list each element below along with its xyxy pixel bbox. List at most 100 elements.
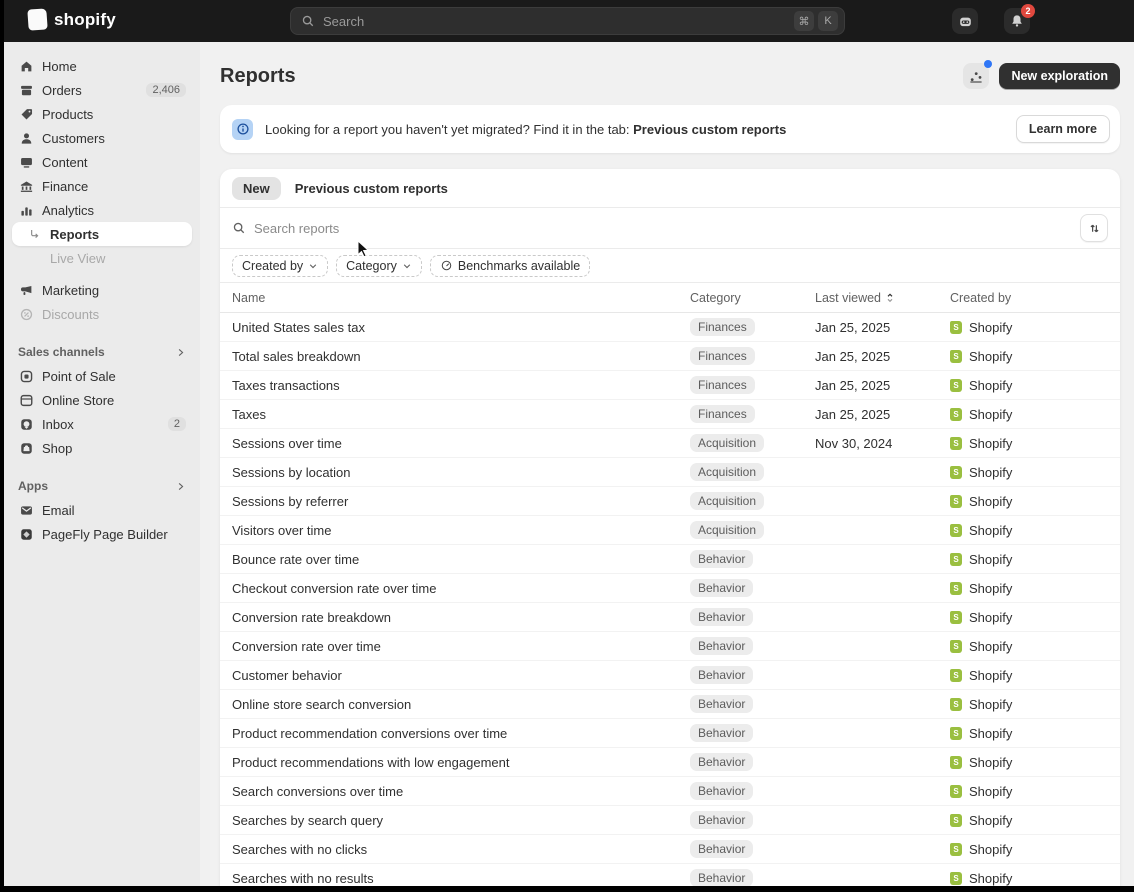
report-name[interactable]: Searches with no results — [232, 871, 690, 886]
filter-category[interactable]: Category — [336, 255, 422, 277]
megaphone-icon — [18, 283, 34, 298]
table-row[interactable]: Checkout conversion rate over time Behav… — [220, 574, 1120, 603]
report-name[interactable]: Searches with no clicks — [232, 842, 690, 857]
reports-search-bar[interactable] — [220, 208, 1120, 248]
tab-previous-custom-reports[interactable]: Previous custom reports — [295, 181, 448, 196]
sidebar-item-content[interactable]: Content — [12, 150, 192, 174]
sidebar-item-shop[interactable]: Shop — [12, 436, 192, 460]
sidebar-item-discounts[interactable]: Discounts — [12, 302, 192, 326]
table-row[interactable]: Conversion rate breakdown Behavior Shopi… — [220, 603, 1120, 632]
explorations-button[interactable] — [963, 63, 989, 89]
new-exploration-button[interactable]: New exploration — [999, 63, 1120, 89]
category-badge: Behavior — [690, 579, 753, 597]
command-key-badge: ⌘ — [794, 11, 814, 31]
sidebar-item-marketing[interactable]: Marketing — [12, 278, 192, 302]
column-header-last-viewed[interactable]: Last viewed — [815, 291, 950, 305]
table-row[interactable]: Total sales breakdown Finances Jan 25, 2… — [220, 342, 1120, 371]
shopify-creator-icon — [950, 756, 962, 769]
sidebar-item-email[interactable]: Email — [12, 498, 192, 522]
report-name[interactable]: Customer behavior — [232, 668, 690, 683]
created-by-label: Shopify — [969, 523, 1012, 538]
pagefly-icon — [18, 527, 34, 542]
table-row[interactable]: Customer behavior Behavior Shopify — [220, 661, 1120, 690]
column-header-category[interactable]: Category — [690, 291, 815, 305]
sidebar-item-point-of-sale[interactable]: Point of Sale — [12, 364, 192, 388]
filter-benchmarks[interactable]: Benchmarks available — [430, 255, 590, 277]
shopify-logo[interactable]: shopify — [28, 9, 116, 30]
top-bar: shopify ⌘ K 2 — [4, 0, 1134, 42]
table-row[interactable]: Searches by search query Behavior Shopif… — [220, 806, 1120, 835]
tabs-row: New Previous custom reports — [220, 169, 1120, 207]
table-row[interactable]: Bounce rate over time Behavior Shopify — [220, 545, 1120, 574]
sidebar-item-analytics[interactable]: Analytics — [12, 198, 192, 222]
table-row[interactable]: Search conversions over time Behavior Sh… — [220, 777, 1120, 806]
orders-icon — [18, 83, 34, 98]
report-name[interactable]: Conversion rate breakdown — [232, 610, 690, 625]
filter-created-by[interactable]: Created by — [232, 255, 328, 277]
sidebar-item-reports[interactable]: Reports — [12, 222, 192, 246]
sales-channels-section[interactable]: Sales channels — [12, 340, 192, 364]
sort-button[interactable] — [1080, 214, 1108, 242]
column-header-created-by[interactable]: Created by — [950, 291, 1108, 305]
report-name[interactable]: Total sales breakdown — [232, 349, 690, 364]
global-search-input[interactable] — [323, 14, 790, 29]
report-name[interactable]: Checkout conversion rate over time — [232, 581, 690, 596]
report-name[interactable]: Sessions by location — [232, 465, 690, 480]
sidebar-item-finance[interactable]: Finance — [12, 174, 192, 198]
table-row[interactable]: Product recommendations with low engagem… — [220, 748, 1120, 777]
shopify-creator-icon — [950, 495, 962, 508]
table-row[interactable]: Conversion rate over time Behavior Shopi… — [220, 632, 1120, 661]
tab-new[interactable]: New — [232, 177, 281, 200]
category-badge: Behavior — [690, 840, 753, 858]
column-header-name[interactable]: Name — [232, 291, 690, 305]
table-row[interactable]: Searches with no clicks Behavior Shopify — [220, 835, 1120, 864]
table-row[interactable]: Sessions over time Acquisition Nov 30, 2… — [220, 429, 1120, 458]
sidebar-item-inbox[interactable]: Inbox 2 — [12, 412, 192, 436]
table-row[interactable]: Visitors over time Acquisition Shopify — [220, 516, 1120, 545]
discount-icon — [18, 307, 34, 322]
report-name[interactable]: Visitors over time — [232, 523, 690, 538]
sidebar-item-home[interactable]: Home — [12, 54, 192, 78]
shop-bag-icon — [18, 441, 34, 456]
global-search-bar[interactable]: ⌘ K — [290, 7, 845, 35]
reports-search-input[interactable] — [254, 221, 1072, 236]
report-name[interactable]: Searches by search query — [232, 813, 690, 828]
report-name[interactable]: Product recommendations with low engagem… — [232, 755, 690, 770]
table-row[interactable]: Online store search conversion Behavior … — [220, 690, 1120, 719]
notifications-button[interactable]: 2 — [1004, 8, 1030, 34]
exploration-scatter-icon — [968, 68, 984, 84]
apps-section[interactable]: Apps — [12, 474, 192, 498]
pos-icon — [18, 369, 34, 384]
sidebar-item-orders[interactable]: Orders 2,406 — [12, 78, 192, 102]
learn-more-button[interactable]: Learn more — [1016, 115, 1110, 143]
search-icon — [301, 14, 315, 28]
created-by-label: Shopify — [969, 320, 1012, 335]
table-row[interactable]: Sessions by location Acquisition Shopify — [220, 458, 1120, 487]
sidebar-item-pagefly[interactable]: PageFly Page Builder — [12, 522, 192, 546]
report-name[interactable]: Search conversions over time — [232, 784, 690, 799]
report-name[interactable]: Taxes — [232, 407, 690, 422]
table-row[interactable]: Taxes Finances Jan 25, 2025 Shopify — [220, 400, 1120, 429]
sidebar-item-products[interactable]: Products — [12, 102, 192, 126]
report-name[interactable]: Taxes transactions — [232, 378, 690, 393]
sidebar-item-online-store[interactable]: Online Store — [12, 388, 192, 412]
sidebar-item-customers[interactable]: Customers — [12, 126, 192, 150]
report-name[interactable]: United States sales tax — [232, 320, 690, 335]
shopify-creator-icon — [950, 814, 962, 827]
report-name[interactable]: Sessions over time — [232, 436, 690, 451]
report-name[interactable]: Conversion rate over time — [232, 639, 690, 654]
table-row[interactable]: Product recommendation conversions over … — [220, 719, 1120, 748]
shopify-creator-icon — [950, 785, 962, 798]
table-row[interactable]: Searches with no results Behavior Shopif… — [220, 864, 1120, 886]
report-name[interactable]: Bounce rate over time — [232, 552, 690, 567]
report-name[interactable]: Online store search conversion — [232, 697, 690, 712]
report-name[interactable]: Sessions by referrer — [232, 494, 690, 509]
table-row[interactable]: Taxes transactions Finances Jan 25, 2025… — [220, 371, 1120, 400]
sidekick-assistant-button[interactable] — [952, 8, 978, 34]
info-icon — [232, 119, 253, 140]
report-name[interactable]: Product recommendation conversions over … — [232, 726, 690, 741]
table-row[interactable]: United States sales tax Finances Jan 25,… — [220, 313, 1120, 342]
shopify-creator-icon — [950, 408, 962, 421]
sidebar-item-live-view[interactable]: Live View — [12, 246, 192, 270]
table-row[interactable]: Sessions by referrer Acquisition Shopify — [220, 487, 1120, 516]
